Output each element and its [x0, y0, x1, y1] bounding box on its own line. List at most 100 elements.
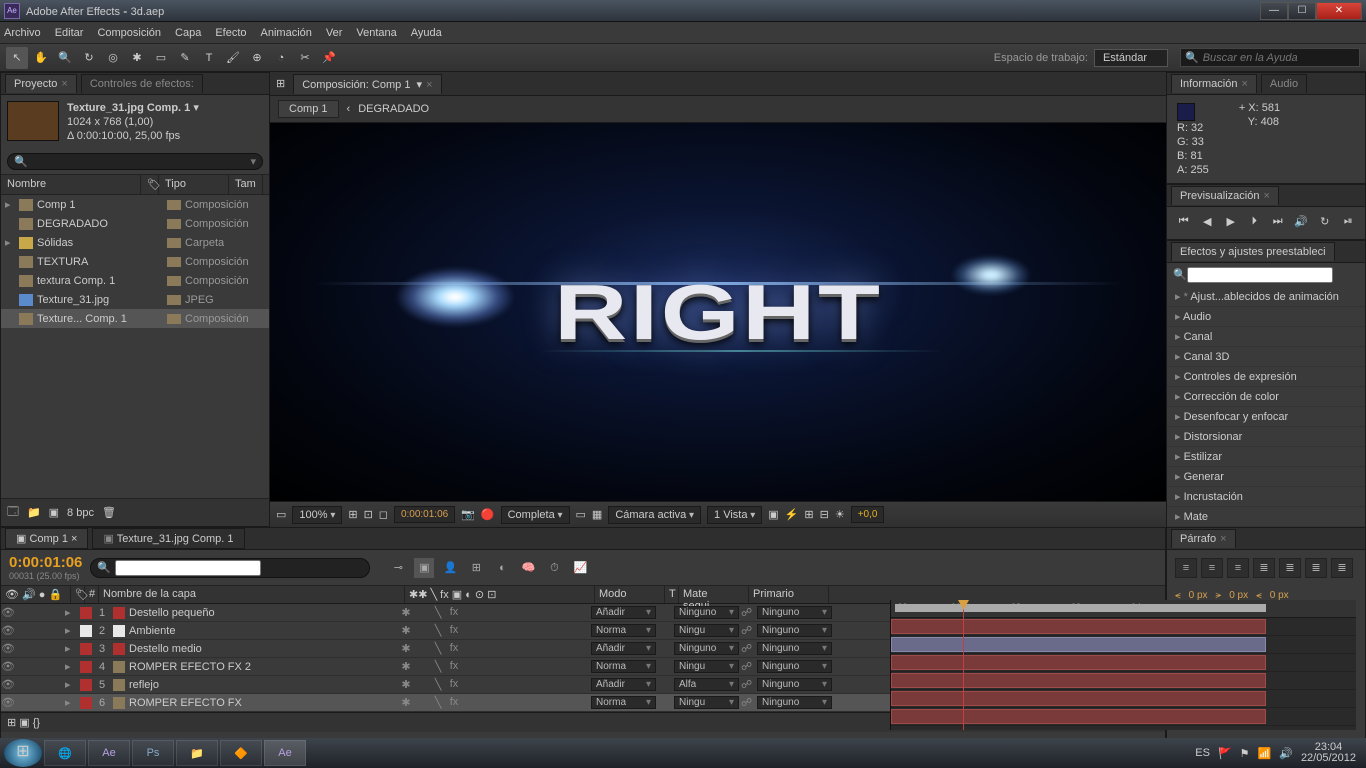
tray-flag-icon[interactable]: 🚩: [1218, 747, 1232, 760]
tray-action-icon[interactable]: ⚑: [1240, 747, 1250, 760]
audio-icon[interactable]: 🔊: [1293, 215, 1311, 231]
channel-icon[interactable]: 🔴: [481, 508, 495, 521]
playhead[interactable]: [963, 600, 964, 730]
roto-tool-icon[interactable]: ✂: [294, 47, 316, 69]
tab-parrafo[interactable]: Párrafo×: [1171, 529, 1236, 548]
camera-tool-icon[interactable]: ◎: [102, 47, 124, 69]
last-frame-icon[interactable]: ⏭: [1269, 215, 1287, 231]
workspace-select[interactable]: Estándar: [1094, 49, 1168, 67]
rotate-tool-icon[interactable]: ↻: [78, 47, 100, 69]
anchor-tool-icon[interactable]: ✱: [126, 47, 148, 69]
tray-network-icon[interactable]: 📶: [1258, 747, 1272, 760]
flowchart-icon[interactable]: ⊞: [276, 77, 285, 90]
motion-blur-icon[interactable]: ◐: [492, 558, 512, 578]
justify-center-icon[interactable]: ≣: [1279, 558, 1301, 578]
align-center-icon[interactable]: ≡: [1201, 558, 1223, 578]
loop-icon[interactable]: ↻: [1316, 215, 1334, 231]
menu-animacion[interactable]: Animación: [261, 27, 312, 39]
snapshot-icon[interactable]: 📷: [461, 508, 475, 521]
menu-archivo[interactable]: Archivo: [4, 27, 41, 39]
effect-category[interactable]: Incrustación: [1167, 487, 1365, 507]
timeline-icon[interactable]: ⊞: [804, 508, 813, 521]
stamp-tool-icon[interactable]: ⊕: [246, 47, 268, 69]
guides-icon[interactable]: ⊡: [364, 508, 373, 521]
effect-category[interactable]: Corrección de color: [1167, 387, 1365, 407]
align-left-icon[interactable]: ≡: [1175, 558, 1197, 578]
zoom-select[interactable]: 100% ▾: [292, 506, 342, 524]
project-search[interactable]: 🔍▾: [7, 153, 263, 170]
effect-category[interactable]: Ajust...ablecidos de animación: [1167, 287, 1365, 307]
effect-category[interactable]: Controles de expresión: [1167, 367, 1365, 387]
label-icon[interactable]: 🏷: [141, 175, 159, 194]
pixel-aspect-icon[interactable]: ▣: [768, 508, 778, 521]
taskbar-chrome[interactable]: 🌐: [44, 740, 86, 766]
views-select[interactable]: 1 Vista ▾: [707, 506, 762, 524]
next-frame-icon[interactable]: ⏵: [1246, 215, 1264, 231]
justify-right-icon[interactable]: ≣: [1305, 558, 1327, 578]
menu-ventana[interactable]: Ventana: [356, 27, 396, 39]
toggle-switches-icon[interactable]: ⊞ ▣ {}: [7, 716, 40, 729]
menu-editar[interactable]: Editar: [55, 27, 84, 39]
effect-category[interactable]: Canal 3D: [1167, 347, 1365, 367]
menu-ayuda[interactable]: Ayuda: [411, 27, 442, 39]
timeline-tab-comp1[interactable]: ▣ Comp 1 ×: [5, 528, 88, 549]
project-item[interactable]: ▸SólidasCarpeta: [1, 233, 269, 252]
new-comp-icon[interactable]: ▣: [49, 506, 59, 519]
grid-icon[interactable]: ⊞: [348, 508, 357, 521]
justify-left-icon[interactable]: ≣: [1253, 558, 1275, 578]
reset-exposure-icon[interactable]: ☀: [835, 508, 845, 521]
roi-icon[interactable]: ▭: [576, 508, 586, 521]
viewer-timecode[interactable]: 0:00:01:06: [394, 506, 455, 523]
effect-category[interactable]: Desenfocar y enfocar: [1167, 407, 1365, 427]
trash-icon[interactable]: 🗑: [102, 506, 116, 519]
menu-capa[interactable]: Capa: [175, 27, 201, 39]
exposure-value[interactable]: +0,0: [851, 506, 885, 523]
selection-tool-icon[interactable]: ↖: [6, 47, 28, 69]
composition-viewport[interactable]: RIGHT: [270, 123, 1166, 501]
autokey-icon[interactable]: ⏱: [544, 558, 564, 578]
bpc-button[interactable]: 8 bpc: [67, 507, 94, 519]
text-tool-icon[interactable]: T: [198, 47, 220, 69]
taskbar-aimp[interactable]: 🔶: [220, 740, 262, 766]
eraser-tool-icon[interactable]: ◔: [270, 47, 292, 69]
resolution-select[interactable]: Completa ▾: [501, 506, 570, 524]
tab-informacion[interactable]: Información×: [1171, 74, 1257, 93]
fast-preview-icon[interactable]: ⚡: [785, 508, 799, 521]
clock[interactable]: 23:0422/05/2012: [1301, 742, 1356, 764]
timeline-timecode[interactable]: 0:00:01:06: [9, 554, 82, 571]
menu-efecto[interactable]: Efecto: [215, 27, 246, 39]
first-frame-icon[interactable]: ⏮: [1175, 215, 1193, 231]
mag-icon[interactable]: ▭: [276, 508, 286, 521]
align-right-icon[interactable]: ≡: [1227, 558, 1249, 578]
graph-editor-icon[interactable]: 📈: [570, 558, 590, 578]
taskbar-ae[interactable]: Ae: [88, 740, 130, 766]
project-item[interactable]: Texture... Comp. 1Composición: [1, 309, 269, 328]
close-button[interactable]: ✕: [1316, 2, 1362, 20]
hand-tool-icon[interactable]: ✋: [30, 47, 52, 69]
effects-search[interactable]: 🔍: [1173, 267, 1359, 283]
taskbar-explorer[interactable]: 📁: [176, 740, 218, 766]
effect-category[interactable]: Audio: [1167, 307, 1365, 327]
play-icon[interactable]: ▶: [1222, 215, 1240, 231]
shape-tool-icon[interactable]: ▭: [150, 47, 172, 69]
timeline-search[interactable]: 🔍: [90, 558, 370, 578]
effect-category[interactable]: Distorsionar: [1167, 427, 1365, 447]
transparency-icon[interactable]: ▦: [592, 508, 602, 521]
effect-category[interactable]: Estilizar: [1167, 447, 1365, 467]
tray-volume-icon[interactable]: 🔊: [1279, 747, 1293, 760]
crumb-comp1[interactable]: Comp 1: [278, 100, 339, 118]
prev-frame-icon[interactable]: ◀: [1199, 215, 1217, 231]
tab-efectos[interactable]: Efectos y ajustes preestableci: [1171, 242, 1335, 261]
taskbar-ae-active[interactable]: Ae: [264, 740, 306, 766]
effect-category[interactable]: Generar: [1167, 467, 1365, 487]
brush-tool-icon[interactable]: 🖌: [222, 47, 244, 69]
folder-icon[interactable]: 📁: [27, 506, 41, 519]
project-item[interactable]: ▸Comp 1Composición: [1, 195, 269, 214]
project-item[interactable]: textura Comp. 1Composición: [1, 271, 269, 290]
project-item[interactable]: DEGRADADOComposición: [1, 214, 269, 233]
comp-mini-flowchart-icon[interactable]: ⊸: [388, 558, 408, 578]
project-search-input[interactable]: [32, 156, 247, 168]
project-item[interactable]: TEXTURAComposición: [1, 252, 269, 271]
draft3d-icon[interactable]: ▣: [414, 558, 434, 578]
menu-composicion[interactable]: Composición: [97, 27, 161, 39]
